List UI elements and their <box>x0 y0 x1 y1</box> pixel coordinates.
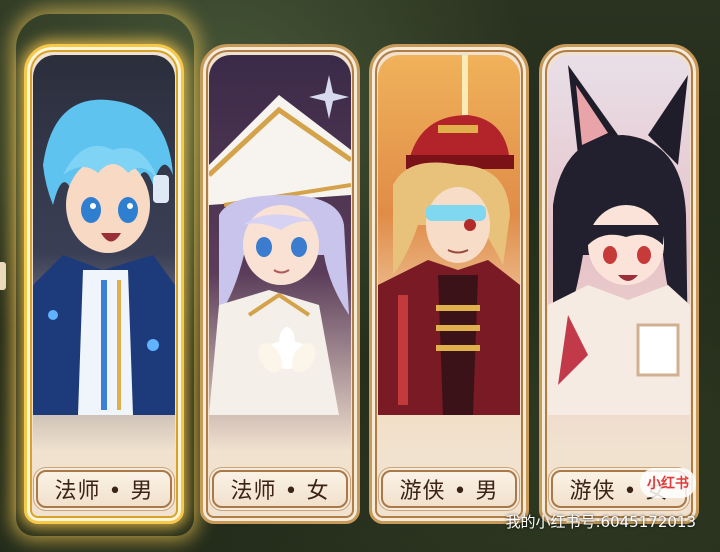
class-label: 法师 • 男 <box>54 479 154 504</box>
mage-male-portrait <box>33 55 175 452</box>
watermark-badge: 小红书 <box>640 468 696 498</box>
class-card-mage-female[interactable]: 法师 • 女 <box>200 44 360 524</box>
left-scroll-handle[interactable] <box>0 262 6 290</box>
mage-female-portrait <box>209 55 351 452</box>
class-card-ranger-male[interactable]: 游侠 • 男 <box>369 44 529 524</box>
class-label: 法师 • 女 <box>230 479 330 504</box>
ranger-male-portrait <box>378 55 520 452</box>
class-label-box: 游侠 • 男 <box>381 470 517 508</box>
class-label-box: 法师 • 男 <box>36 470 172 508</box>
ranger-female-portrait <box>548 55 690 452</box>
class-label-box: 法师 • 女 <box>212 470 348 508</box>
class-card-mage-male[interactable]: 法师 • 男 <box>24 44 184 524</box>
class-card-ranger-female[interactable]: 游侠 • 女 <box>539 44 699 524</box>
class-label: 游侠 • 男 <box>399 479 499 504</box>
watermark-text: 我的小红书号:6045172013 <box>505 513 697 531</box>
